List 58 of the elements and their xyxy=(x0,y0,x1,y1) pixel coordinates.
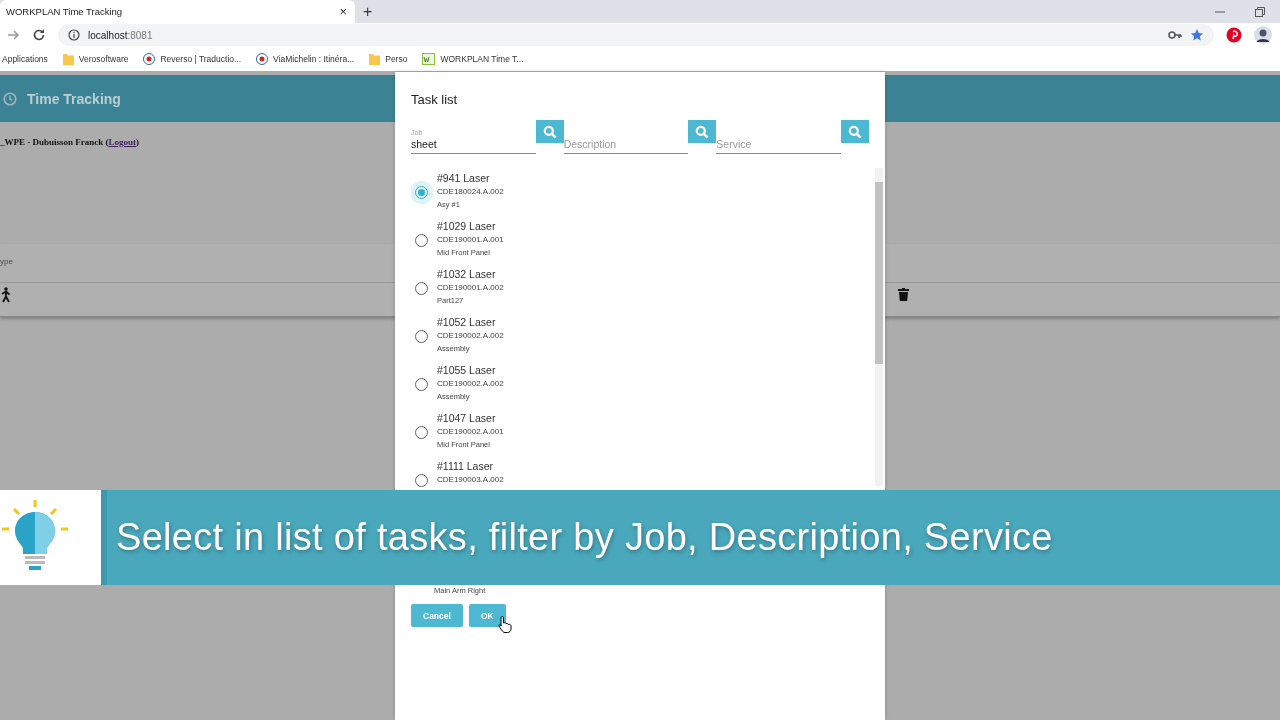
reload-icon[interactable] xyxy=(32,28,46,42)
task-name: #1052 Laser xyxy=(437,316,497,329)
filter-field[interactable]: Service xyxy=(716,138,841,154)
bookmark[interactable]: WORKPLAN Time T... xyxy=(422,53,524,65)
tab-title: WORKPLAN Time Tracking xyxy=(6,6,124,17)
task-name: #1055 Laser xyxy=(437,364,497,377)
task-code: CDE190002.A.002 xyxy=(437,330,504,342)
key-icon[interactable] xyxy=(1168,30,1182,40)
task-name: #941 Laser xyxy=(437,172,491,185)
site-icon xyxy=(256,53,269,65)
bookmark[interactable]: Perso xyxy=(369,53,408,65)
search-icon xyxy=(542,124,557,139)
task-code: CDE180024.A.002 xyxy=(437,186,504,198)
task-code: CDE190002.A.001 xyxy=(437,426,504,438)
pin-extension-icon[interactable] xyxy=(1226,27,1242,43)
task-code: CDE190003.A.002 xyxy=(437,474,504,486)
app-title: Time Tracking xyxy=(27,90,121,107)
browser-tab[interactable]: WORKPLAN Time Tracking × xyxy=(0,0,355,23)
folder-icon xyxy=(369,53,381,65)
dialog-title: Task list xyxy=(411,92,459,107)
search-button[interactable] xyxy=(535,120,564,143)
task-name: #1111 Laser xyxy=(437,460,495,473)
caption-text: Select in list of tasks, filter by Job, Description, Service xyxy=(116,516,1053,559)
task-name: #1032 Laser xyxy=(437,268,497,281)
search-icon xyxy=(848,124,862,139)
user-line: _WPE - Dubuisson Franck (Logout) xyxy=(0,137,140,147)
filter-field[interactable]: sheet xyxy=(411,138,536,154)
bookmark[interactable]: Applications xyxy=(2,54,48,64)
walking-person-icon xyxy=(0,287,12,303)
search-button[interactable] xyxy=(688,120,717,143)
site-icon xyxy=(143,53,156,65)
forward-icon[interactable] xyxy=(6,28,20,42)
star-icon[interactable] xyxy=(1190,28,1204,42)
folder-icon xyxy=(62,53,74,65)
avatar-icon[interactable] xyxy=(1254,26,1272,44)
task-code: CDE190001.A.001 xyxy=(437,234,504,246)
scrollbar[interactable] xyxy=(875,168,883,486)
search-icon xyxy=(695,124,710,139)
task-name: #1029 Laser xyxy=(437,220,497,233)
address-bar[interactable]: localhost:8081 xyxy=(58,24,1214,46)
bookmark[interactable]: Verosoftware xyxy=(62,53,129,65)
close-tab-icon[interactable]: × xyxy=(339,4,347,19)
info-icon[interactable] xyxy=(68,29,80,41)
site-icon xyxy=(422,53,436,65)
address-text: localhost:8081 xyxy=(88,29,153,41)
bookmark[interactable]: ViaMichelin : Itinéra... xyxy=(256,53,355,65)
bookmark[interactable]: Reverso | Traductio... xyxy=(143,53,242,65)
hand-cursor-icon xyxy=(498,615,512,633)
search-button[interactable] xyxy=(841,120,869,143)
clock-icon xyxy=(3,91,17,106)
restore-icon[interactable] xyxy=(1254,5,1266,18)
trash-icon[interactable] xyxy=(898,288,909,301)
radio-button[interactable] xyxy=(411,180,433,204)
task-code: CDE190001.A.002 xyxy=(437,282,504,294)
task-name: #1047 Laser xyxy=(437,412,497,425)
new-tab-button[interactable]: + xyxy=(363,2,373,21)
task-code: CDE190002.A.002 xyxy=(437,378,504,390)
filter-field[interactable]: Description xyxy=(563,138,689,154)
